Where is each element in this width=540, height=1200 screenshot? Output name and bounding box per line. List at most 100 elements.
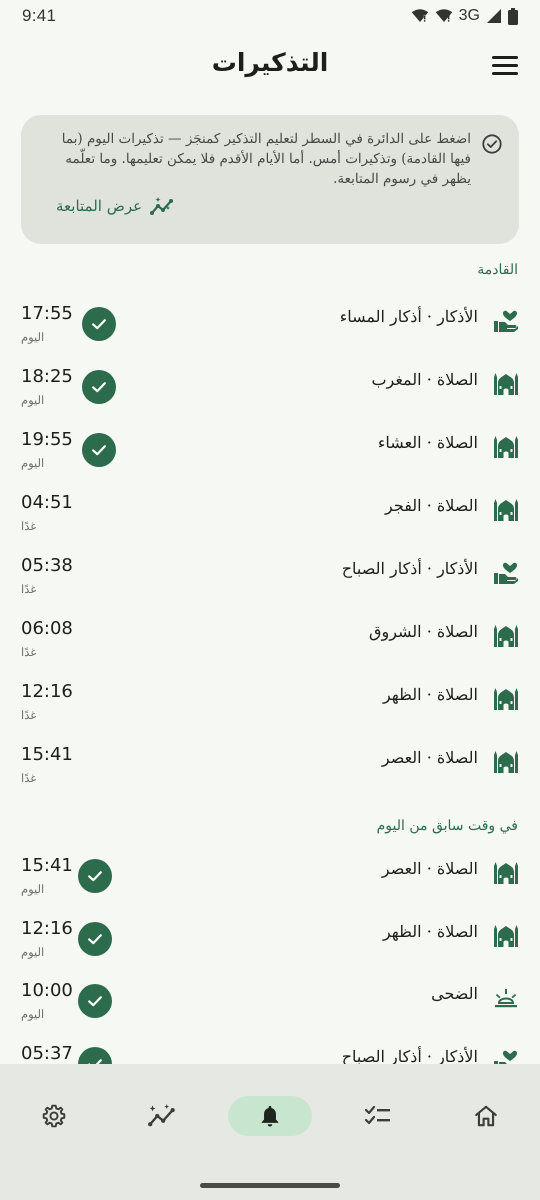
reminder-day: اليوم bbox=[21, 456, 45, 470]
reminder-row[interactable]: 04:51 غدًا الصلاة · الفجر bbox=[0, 492, 540, 550]
mark-done-button[interactable] bbox=[82, 307, 116, 341]
mosque-icon bbox=[493, 749, 519, 775]
view-tracking-label: عرض المتابعة bbox=[56, 197, 143, 215]
reminder-time: 19:55 bbox=[21, 429, 73, 450]
menu-icon-line bbox=[492, 72, 518, 75]
reminder-time: 12:16 bbox=[21, 917, 73, 939]
reminder-row[interactable]: 15:41 غدًا الصلاة · العصر bbox=[0, 744, 540, 802]
mosque-icon bbox=[493, 434, 519, 460]
menu-icon-line bbox=[492, 64, 518, 67]
reminder-label: الأذكار · أذكار الصباح bbox=[341, 1046, 478, 1066]
mark-done-button[interactable] bbox=[78, 984, 112, 1018]
reminder-label: الأذكار · أذكار المساء bbox=[339, 307, 478, 326]
wifi-off-icon bbox=[411, 9, 428, 22]
mark-done-button[interactable] bbox=[78, 921, 112, 956]
section-header-earlier: في وقت سابق من اليوم bbox=[376, 818, 518, 834]
mark-done-button[interactable] bbox=[82, 433, 116, 467]
signal-icon bbox=[487, 9, 501, 23]
reminder-day: غدًا bbox=[21, 771, 37, 785]
reminder-time: 17:55 bbox=[21, 303, 73, 324]
reminder-time: 06:08 bbox=[21, 618, 73, 639]
home-indicator[interactable] bbox=[200, 1183, 340, 1188]
reminder-time: 05:38 bbox=[21, 555, 73, 576]
check-icon bbox=[92, 445, 106, 456]
reminder-label: الصلاة · العصر bbox=[381, 859, 478, 878]
check-icon bbox=[92, 319, 106, 330]
reminder-label: الصلاة · الفجر bbox=[385, 496, 478, 515]
check-icon bbox=[92, 382, 106, 393]
checklist-icon bbox=[364, 1105, 390, 1125]
reminder-day: اليوم bbox=[21, 944, 45, 959]
reminder-label: الصلاة · العشاء bbox=[377, 433, 478, 452]
page-title: التذكيرات bbox=[211, 48, 329, 77]
mosque-icon bbox=[493, 686, 519, 712]
reminder-time: 10:00 bbox=[21, 980, 73, 1001]
bell-icon bbox=[261, 1105, 279, 1127]
home-icon bbox=[475, 1105, 497, 1127]
mosque-icon bbox=[493, 371, 519, 397]
nav-tracking[interactable] bbox=[130, 1094, 194, 1138]
section-header-upcoming: القادمة bbox=[477, 262, 518, 278]
menu-icon-line bbox=[492, 56, 518, 59]
app-bar: التذكيرات bbox=[0, 40, 540, 94]
reminder-row[interactable]: 06:08 غدًا الصلاة · الشروق bbox=[0, 618, 540, 676]
reminder-day: اليوم bbox=[21, 1007, 45, 1021]
info-text: اضغط على الدائرة في السطر لتعليم التذكير… bbox=[61, 131, 471, 187]
reminder-row[interactable]: 05:38 غدًا الأذكار · أذكار الصباح bbox=[0, 555, 540, 613]
check-circle-outline-icon bbox=[482, 134, 502, 154]
reminder-day: اليوم bbox=[21, 882, 45, 896]
reminder-day: غدًا bbox=[21, 708, 37, 722]
status-bar: 9:41 3G bbox=[0, 0, 540, 32]
reminder-label: الصلاة · الظهر bbox=[382, 921, 478, 941]
dhikr-hands-icon bbox=[493, 560, 519, 586]
reminder-row[interactable]: 15:41 اليوم الصلاة · العصر bbox=[0, 855, 540, 913]
reminder-day: غدًا bbox=[21, 645, 37, 659]
reminder-day: اليوم bbox=[21, 393, 45, 407]
view-tracking-link[interactable]: عرض المتابعة bbox=[56, 195, 174, 217]
reminder-row[interactable]: 19:55 اليوم الصلاة · العشاء bbox=[0, 429, 540, 487]
nav-home[interactable] bbox=[454, 1094, 518, 1138]
reminder-label: الصلاة · العصر bbox=[381, 748, 478, 767]
battery-icon bbox=[508, 7, 518, 25]
reminder-time: 05:37 bbox=[21, 1042, 73, 1064]
gear-icon bbox=[42, 1104, 66, 1128]
reminder-time: 15:41 bbox=[21, 855, 73, 876]
reminder-row[interactable]: 10:00 اليوم الضحى bbox=[0, 980, 540, 1038]
nav-checklist[interactable] bbox=[346, 1094, 410, 1138]
reminder-day: اليوم bbox=[21, 330, 45, 344]
insights-icon bbox=[148, 1104, 175, 1127]
mosque-icon bbox=[493, 623, 519, 649]
nav-settings[interactable] bbox=[22, 1094, 86, 1138]
mosque-icon bbox=[493, 923, 519, 949]
reminder-label: الصلاة · المغرب bbox=[371, 370, 478, 389]
reminder-time: 12:16 bbox=[21, 681, 73, 702]
reminder-day: غدًا bbox=[21, 519, 37, 533]
dhikr-hands-icon bbox=[493, 308, 519, 334]
reminder-label: الضحى bbox=[431, 984, 478, 1003]
reminder-row[interactable]: 12:16 اليوم الصلاة · الظهر bbox=[0, 918, 540, 976]
reminder-label: الصلاة · الشروق bbox=[369, 622, 478, 641]
check-icon bbox=[88, 996, 102, 1007]
reminder-time: 18:25 bbox=[21, 366, 73, 387]
check-icon bbox=[88, 933, 102, 944]
mosque-icon bbox=[493, 497, 519, 523]
mark-done-button[interactable] bbox=[78, 859, 112, 893]
status-icons: 3G bbox=[411, 7, 518, 25]
nav-reminders[interactable] bbox=[228, 1096, 312, 1136]
reminder-row[interactable]: 17:55 اليوم الأذكار · أذكار المساء bbox=[0, 303, 540, 361]
reminder-row[interactable]: 18:25 اليوم الصلاة · المغرب bbox=[0, 366, 540, 424]
reminder-label: الصلاة · الظهر bbox=[382, 685, 478, 704]
sunrise-icon bbox=[493, 985, 519, 1011]
network-type: 3G bbox=[458, 7, 480, 24]
wifi-off-icon bbox=[435, 9, 452, 22]
mark-done-button[interactable] bbox=[82, 370, 116, 404]
insights-icon bbox=[150, 197, 174, 215]
menu-button[interactable] bbox=[492, 56, 518, 78]
info-card: اضغط على الدائرة في السطر لتعليم التذكير… bbox=[21, 115, 519, 244]
reminder-label: الأذكار · أذكار الصباح bbox=[341, 559, 478, 578]
bottom-nav bbox=[0, 1064, 540, 1200]
reminder-time: 15:41 bbox=[21, 744, 73, 765]
reminder-day: غدًا bbox=[21, 582, 37, 596]
reminder-row[interactable]: 12:16 غدًا الصلاة · الظهر bbox=[0, 681, 540, 739]
mosque-icon bbox=[493, 860, 519, 886]
